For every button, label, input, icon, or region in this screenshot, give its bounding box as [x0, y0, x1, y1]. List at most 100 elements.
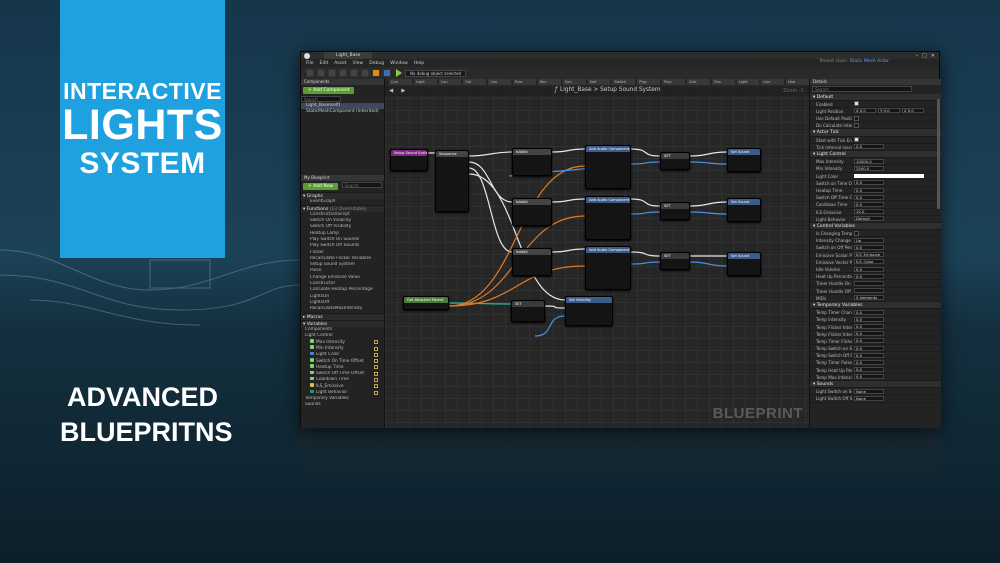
property-field[interactable]: 0.0 [854, 324, 884, 330]
blueprint-node[interactable]: SET [660, 152, 690, 170]
graph-tab[interactable]: Con [562, 79, 586, 85]
expose-eye-icon[interactable] [374, 365, 378, 370]
property-checkbox[interactable] [854, 230, 859, 236]
graph-tab[interactable]: Con [438, 79, 462, 85]
details-scrollbar[interactable] [937, 99, 940, 209]
hide-unrelated-icon[interactable] [350, 69, 358, 77]
blueprint-node[interactable]: Set Sound [727, 252, 761, 276]
browse-icon[interactable] [328, 69, 336, 77]
property-field[interactable]: 10000.0 [854, 158, 884, 164]
graph-tab[interactable]: Con [761, 79, 785, 85]
menu-item-asset[interactable]: Asset [334, 61, 346, 66]
close-icon[interactable]: ✕ [931, 53, 935, 59]
property-field[interactable]: 0.0 [854, 245, 884, 251]
property-field[interactable]: 0.0 [854, 338, 884, 344]
blueprint-node[interactable]: SET [660, 202, 690, 220]
class-defaults-icon[interactable] [372, 69, 380, 77]
minimize-icon[interactable]: – [916, 53, 919, 59]
expose-eye-icon[interactable] [374, 340, 378, 345]
property-field[interactable]: Default [854, 216, 884, 222]
property-field[interactable]: 0.0 [854, 374, 884, 380]
graph-tab[interactable]: Puls [513, 79, 536, 85]
blueprint-node[interactable]: Add Audio Component [585, 196, 631, 240]
graph-tab[interactable]: Calc [686, 79, 710, 85]
mybp-search-input[interactable]: Search [341, 182, 382, 188]
property-field[interactable]: 0.0 [854, 201, 884, 207]
simulation-icon[interactable] [383, 69, 391, 77]
menu-item-edit[interactable]: Edit [320, 61, 329, 66]
expose-eye-icon[interactable] [374, 390, 378, 395]
blueprint-node[interactable]: IsValid [512, 198, 552, 226]
blueprint-node[interactable]: Add Audio Component [585, 246, 631, 290]
macros-section[interactable]: ▸ Macros [301, 312, 384, 320]
graph-tab[interactable]: Cha [711, 79, 735, 85]
property-field[interactable]: 0.0 [854, 352, 884, 358]
menu-item-window[interactable]: Window [390, 61, 408, 66]
property-checkbox[interactable] [854, 137, 859, 143]
graph-tab[interactable]: Cal [463, 79, 487, 85]
property-field[interactable]: 10.0 [854, 209, 884, 215]
blueprint-node[interactable]: Set Sound [727, 198, 761, 222]
blueprint-node[interactable]: Get Attached Parent [403, 296, 449, 310]
expose-eye-icon[interactable] [374, 384, 378, 389]
property-field[interactable]: None [854, 388, 884, 394]
property-checkbox[interactable] [854, 122, 859, 128]
property-field[interactable]: 0 elements [854, 295, 884, 301]
graphs-section[interactable]: ▾ Graphs [301, 191, 384, 199]
blueprint-node[interactable]: Sequence [435, 150, 469, 212]
details-section-actor-tick[interactable]: ▾ Actor Tick [810, 129, 941, 137]
maximize-icon[interactable]: □ [922, 53, 927, 59]
var-group-sounds[interactable]: Sounds [301, 402, 384, 408]
property-field[interactable]: 2500.0 [854, 165, 884, 171]
property-field[interactable]: 0.0 [854, 144, 884, 150]
menu-item-view[interactable]: View [353, 61, 364, 66]
vector-field[interactable]: Y 0.0 [878, 108, 900, 114]
graph-tab[interactable]: Hea [786, 79, 810, 85]
blueprint-node[interactable]: IsValid [512, 248, 552, 276]
add-new-button[interactable]: + Add New [303, 182, 339, 190]
add-component-button[interactable]: + Add Component [303, 87, 355, 94]
vector-field[interactable]: X 0.0 [854, 108, 876, 114]
property-checkbox[interactable] [854, 115, 859, 121]
components-search-input[interactable]: Search [301, 96, 341, 102]
property-field[interactable]: 0.0 [854, 180, 884, 186]
find-icon[interactable] [339, 69, 347, 77]
expose-eye-icon[interactable] [374, 359, 378, 364]
graph-tab[interactable]: Setl [587, 79, 611, 85]
property-field[interactable] [854, 280, 884, 286]
property-field[interactable]: 0.0 [854, 367, 884, 373]
blueprint-node[interactable]: SET [660, 252, 690, 270]
details-section-default[interactable]: ▾ Default [810, 93, 941, 101]
property-field[interactable]: ILS_Emissive [854, 252, 884, 258]
blueprint-node[interactable]: IsValid [512, 148, 552, 176]
graph-tab[interactable]: Light [413, 79, 437, 85]
property-field[interactable]: Up [854, 237, 884, 243]
variables-section[interactable]: ▾ Variables [301, 319, 384, 327]
property-field[interactable]: ILS_Color [854, 259, 884, 265]
property-field[interactable]: 0.0 [854, 273, 884, 279]
vector-field[interactable]: Z 0.0 [902, 108, 924, 114]
graph-tab[interactable]: Light [736, 79, 760, 85]
play-icon[interactable] [396, 69, 402, 77]
graph-tab[interactable]: Play [637, 79, 661, 85]
blueprint-node[interactable]: Set Visibility [565, 296, 613, 326]
property-field[interactable]: 0.0 [854, 187, 884, 193]
component-item[interactable]: StaticMeshComponent (Inherited) [301, 109, 384, 115]
graph-tab[interactable]: Con [488, 79, 512, 85]
parent-class-link[interactable]: Static Mesh Actor [850, 59, 889, 64]
property-field[interactable]: 0.0 [854, 266, 884, 272]
graph-tab[interactable]: Play [662, 79, 685, 85]
property-field[interactable]: None [854, 395, 884, 401]
blueprint-node[interactable]: SET [511, 300, 545, 322]
expose-eye-icon[interactable] [374, 352, 378, 357]
color-swatch[interactable] [854, 173, 924, 178]
menu-item-file[interactable]: File [306, 61, 314, 66]
class-settings-icon[interactable] [361, 69, 369, 77]
functions-section[interactable]: ▾ Functions (13 Overridable) [301, 204, 384, 212]
property-field[interactable]: 0.0 [854, 309, 884, 315]
document-tab[interactable]: Light_Base [324, 52, 373, 59]
expose-eye-icon[interactable] [374, 346, 378, 351]
debug-object-select[interactable]: No debug object selected [405, 69, 467, 77]
details-section-temporary-variables[interactable]: ▾ Temporary Variables [810, 301, 941, 310]
graph-tab[interactable]: Rec [537, 79, 561, 85]
